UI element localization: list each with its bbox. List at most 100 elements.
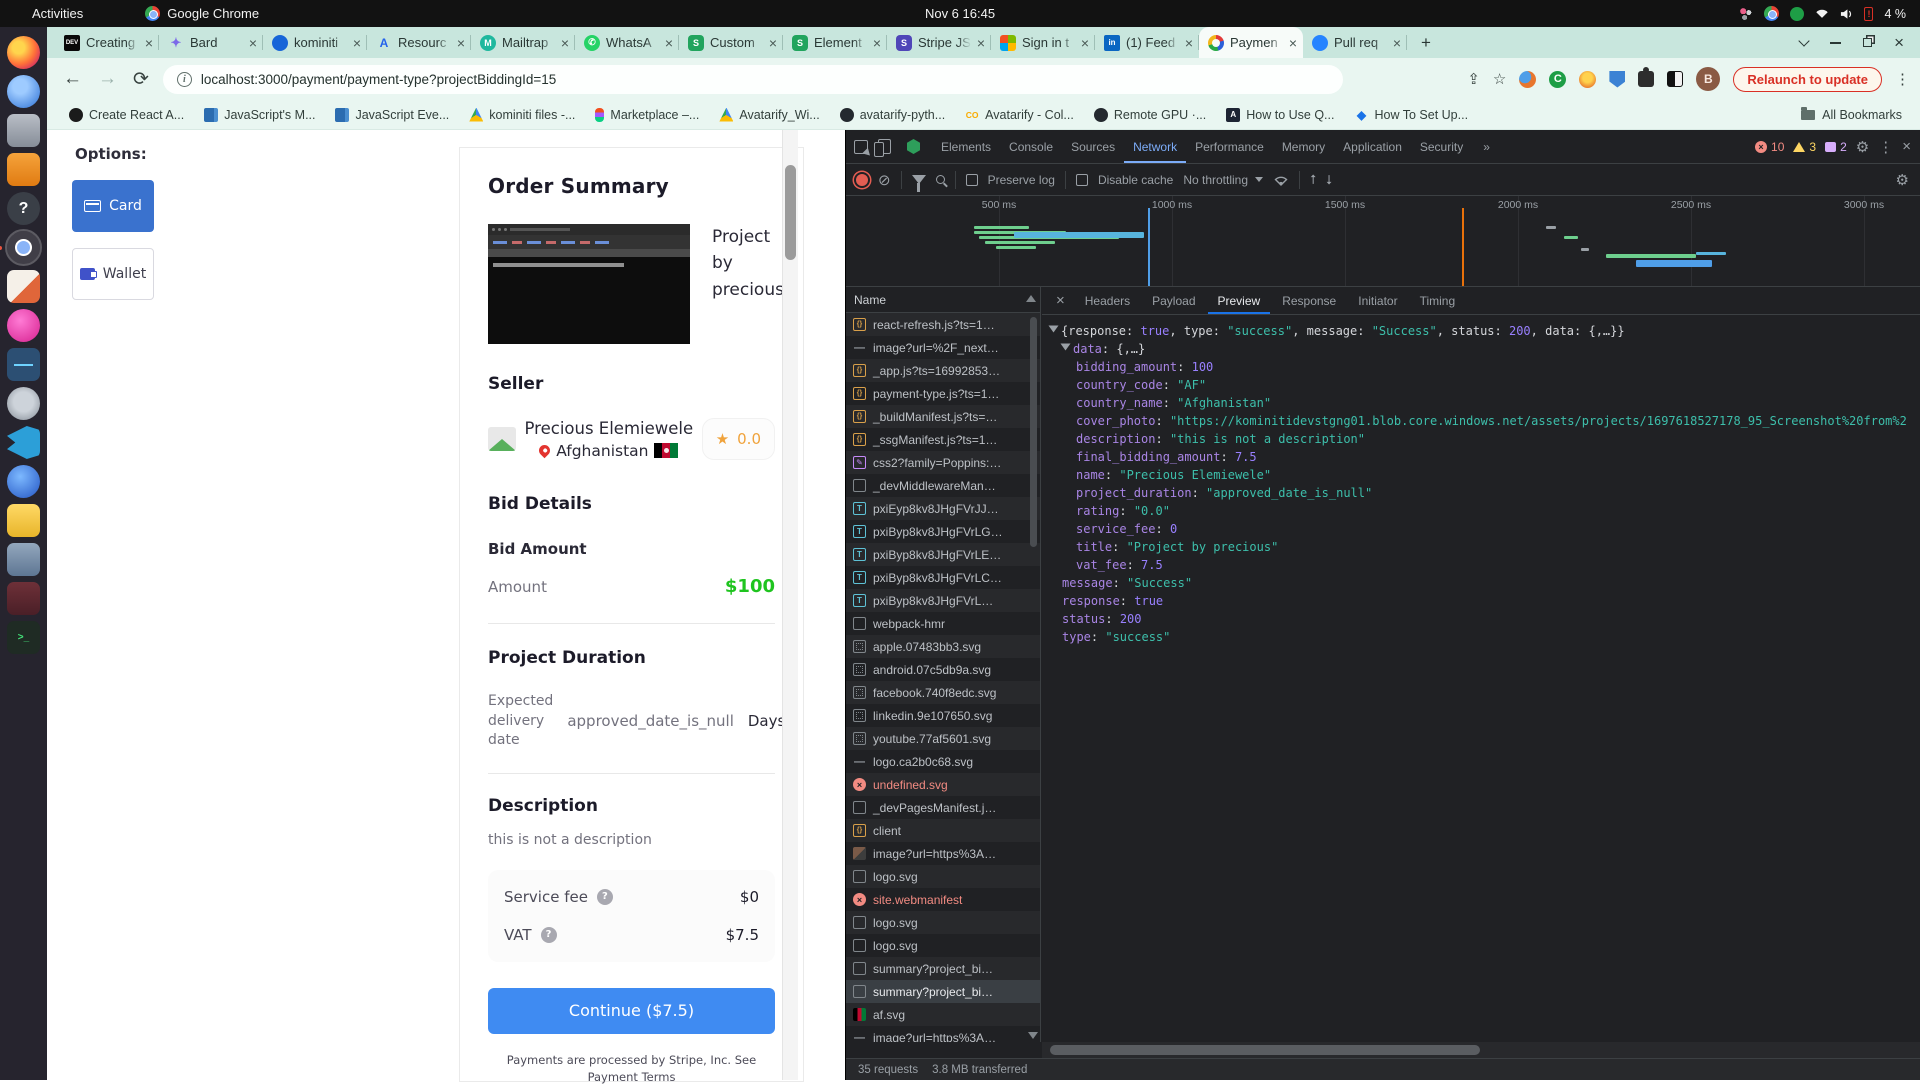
request-row[interactable]: {}client — [846, 819, 1040, 842]
bookmark-item[interactable]: Remote GPU ·... — [1086, 105, 1214, 125]
request-row[interactable]: linkedin.9e107650.svg — [846, 704, 1040, 727]
request-list-header[interactable]: Name — [846, 287, 1040, 313]
close-window-button[interactable]: × — [1894, 34, 1904, 51]
extensions-puzzle-icon[interactable] — [1638, 71, 1654, 87]
tab-close-icon[interactable]: × — [457, 36, 465, 50]
dock-icon-text-editor[interactable] — [7, 270, 40, 303]
restore-window-button[interactable] — [1863, 38, 1872, 47]
browser-tab[interactable]: in(1) Feed× — [1095, 27, 1199, 58]
shield-extension-icon[interactable] — [1609, 71, 1625, 88]
detail-tab-timing[interactable]: Timing — [1410, 287, 1466, 314]
dock-icon-files[interactable] — [7, 114, 40, 147]
dock-icon-software-updater[interactable] — [7, 387, 40, 420]
request-row[interactable]: —image?url=https%3A… — [846, 1026, 1040, 1042]
tab-close-icon[interactable]: × — [561, 36, 569, 50]
bookmark-star-icon[interactable]: ☆ — [1493, 70, 1506, 88]
continue-button[interactable]: Continue ($7.5) — [488, 988, 775, 1034]
chrome-menu-icon[interactable]: ⋮ — [1895, 70, 1910, 88]
request-row[interactable]: TpxiEyp8kv8JHgFVrJJ… — [846, 497, 1040, 520]
disable-cache-checkbox[interactable] — [1076, 174, 1088, 186]
browser-tab[interactable]: ✆WhatsA× — [575, 27, 679, 58]
all-bookmarks-button[interactable]: All Bookmarks — [1801, 108, 1902, 122]
json-line[interactable]: vat_fee: 7.5 — [1042, 556, 1920, 574]
detail-tab-payload[interactable]: Payload — [1142, 287, 1205, 314]
detail-tab-preview[interactable]: Preview — [1208, 287, 1271, 314]
json-line[interactable]: type: "success" — [1042, 628, 1920, 646]
device-toolbar-icon[interactable] — [878, 139, 891, 154]
browser-tab[interactable]: MMailtrap× — [471, 27, 575, 58]
browser-tab[interactable]: Pull req× — [1303, 27, 1407, 58]
forward-button[interactable]: → — [98, 68, 117, 90]
card-payment-option-button[interactable]: Card — [72, 180, 154, 232]
detail-tab-response[interactable]: Response — [1272, 287, 1346, 314]
bookmark-item[interactable]: Marketplace –... — [587, 105, 707, 125]
request-row[interactable]: —logo.ca2b0c68.svg — [846, 750, 1040, 773]
dock-icon-chrome[interactable] — [7, 231, 40, 264]
bookmark-item[interactable]: kominiti files -... — [461, 105, 583, 125]
address-bar[interactable]: i localhost:3000/payment/payment-type?pr… — [163, 65, 1343, 94]
request-row[interactable]: logo.svg — [846, 911, 1040, 934]
console-warnings-badge[interactable]: 3 — [1793, 140, 1816, 154]
json-line[interactable]: bidding_amount: 100 — [1042, 358, 1920, 376]
page-scrollbar[interactable] — [782, 130, 798, 1080]
browser-tab[interactable]: SStripe JS× — [887, 27, 991, 58]
system-clock[interactable]: Nov 6 16:45 — [925, 6, 995, 21]
dock-icon-toolbox[interactable] — [7, 582, 40, 615]
request-row[interactable]: {}_app.js?ts=16992853… — [846, 359, 1040, 382]
dock-icon-system-monitor[interactable] — [7, 348, 40, 381]
tab-close-icon[interactable]: × — [1081, 36, 1089, 50]
request-row[interactable]: logo.svg — [846, 865, 1040, 888]
service-fee-help-icon[interactable]: ? — [597, 889, 613, 905]
extension-icon-3[interactable] — [1667, 71, 1683, 87]
detail-tab-headers[interactable]: Headers — [1075, 287, 1140, 314]
request-row[interactable]: af.svg — [846, 1003, 1040, 1026]
reload-button[interactable]: ⟳ — [133, 68, 149, 91]
bookmark-item[interactable]: Create React A... — [61, 105, 192, 125]
expand-arrow-icon[interactable] — [1061, 344, 1071, 351]
dock-icon-documents[interactable] — [7, 504, 40, 537]
dock-icon-ubuntu-software[interactable] — [7, 153, 40, 186]
vat-help-icon[interactable]: ? — [541, 927, 557, 943]
request-row[interactable]: facebook.740f8edc.svg — [846, 681, 1040, 704]
dock-icon-media-player[interactable] — [7, 309, 40, 342]
filter-icon[interactable] — [912, 175, 926, 184]
tab-close-icon[interactable]: × — [1393, 36, 1401, 50]
more-panels-button[interactable]: » — [1474, 130, 1499, 163]
browser-tab[interactable]: Paymen× — [1199, 27, 1303, 58]
json-line[interactable]: message: "Success" — [1042, 574, 1920, 592]
request-row[interactable]: image?url=https%3A… — [846, 842, 1040, 865]
json-line[interactable]: country_name: "Afghanistan" — [1042, 394, 1920, 412]
devtools-tab-memory[interactable]: Memory — [1273, 130, 1334, 163]
request-row[interactable]: TpxiByp8kv8JHgFVrLG… — [846, 520, 1040, 543]
dock-icon-vscode[interactable] — [7, 426, 40, 459]
close-detail-icon[interactable]: × — [1048, 292, 1073, 309]
devtools-tab-performance[interactable]: Performance — [1186, 130, 1273, 163]
issues-badge[interactable]: 2 — [1825, 140, 1847, 154]
record-network-log-button[interactable] — [856, 174, 868, 186]
request-row[interactable]: {}_ssgManifest.js?ts=1… — [846, 428, 1040, 451]
bookmark-item[interactable]: avatarify-pyth... — [832, 105, 953, 125]
request-row[interactable]: {}payment-type.js?ts=1… — [846, 382, 1040, 405]
relaunch-to-update-button[interactable]: Relaunch to update — [1733, 67, 1882, 92]
profile-avatar[interactable]: B — [1696, 67, 1720, 91]
tab-close-icon[interactable]: × — [353, 36, 361, 50]
request-row[interactable]: ✎css2?family=Poppins:… — [846, 451, 1040, 474]
scrollbar-thumb[interactable] — [785, 165, 796, 260]
console-errors-badge[interactable]: ×10 — [1755, 140, 1784, 154]
expand-arrow-icon[interactable] — [1049, 326, 1059, 333]
bookmark-item[interactable]: Avatarify_Wi... — [711, 105, 827, 125]
request-row[interactable]: ×undefined.svg — [846, 773, 1040, 796]
request-row[interactable]: _devPagesManifest.j… — [846, 796, 1040, 819]
extension-icon-2[interactable] — [1579, 71, 1596, 88]
devtools-tab-sources[interactable]: Sources — [1062, 130, 1124, 163]
system-tray[interactable]: ! 4 % — [1739, 6, 1906, 21]
json-line[interactable]: country_code: "AF" — [1042, 376, 1920, 394]
detail-horizontal-scrollbar[interactable] — [1042, 1042, 1920, 1058]
bookmark-item[interactable]: JavaScript's M... — [196, 105, 323, 125]
dock-icon-mail-client[interactable] — [7, 75, 40, 108]
json-line[interactable]: {response: true, type: "success", messag… — [1042, 322, 1920, 340]
request-row[interactable]: TpxiByp8kv8JHgFVrLC… — [846, 566, 1040, 589]
dock-icon-firefox[interactable] — [7, 36, 40, 69]
json-preview-tree[interactable]: {response: true, type: "success", messag… — [1042, 315, 1920, 1042]
browser-tab[interactable]: AResourc× — [367, 27, 471, 58]
